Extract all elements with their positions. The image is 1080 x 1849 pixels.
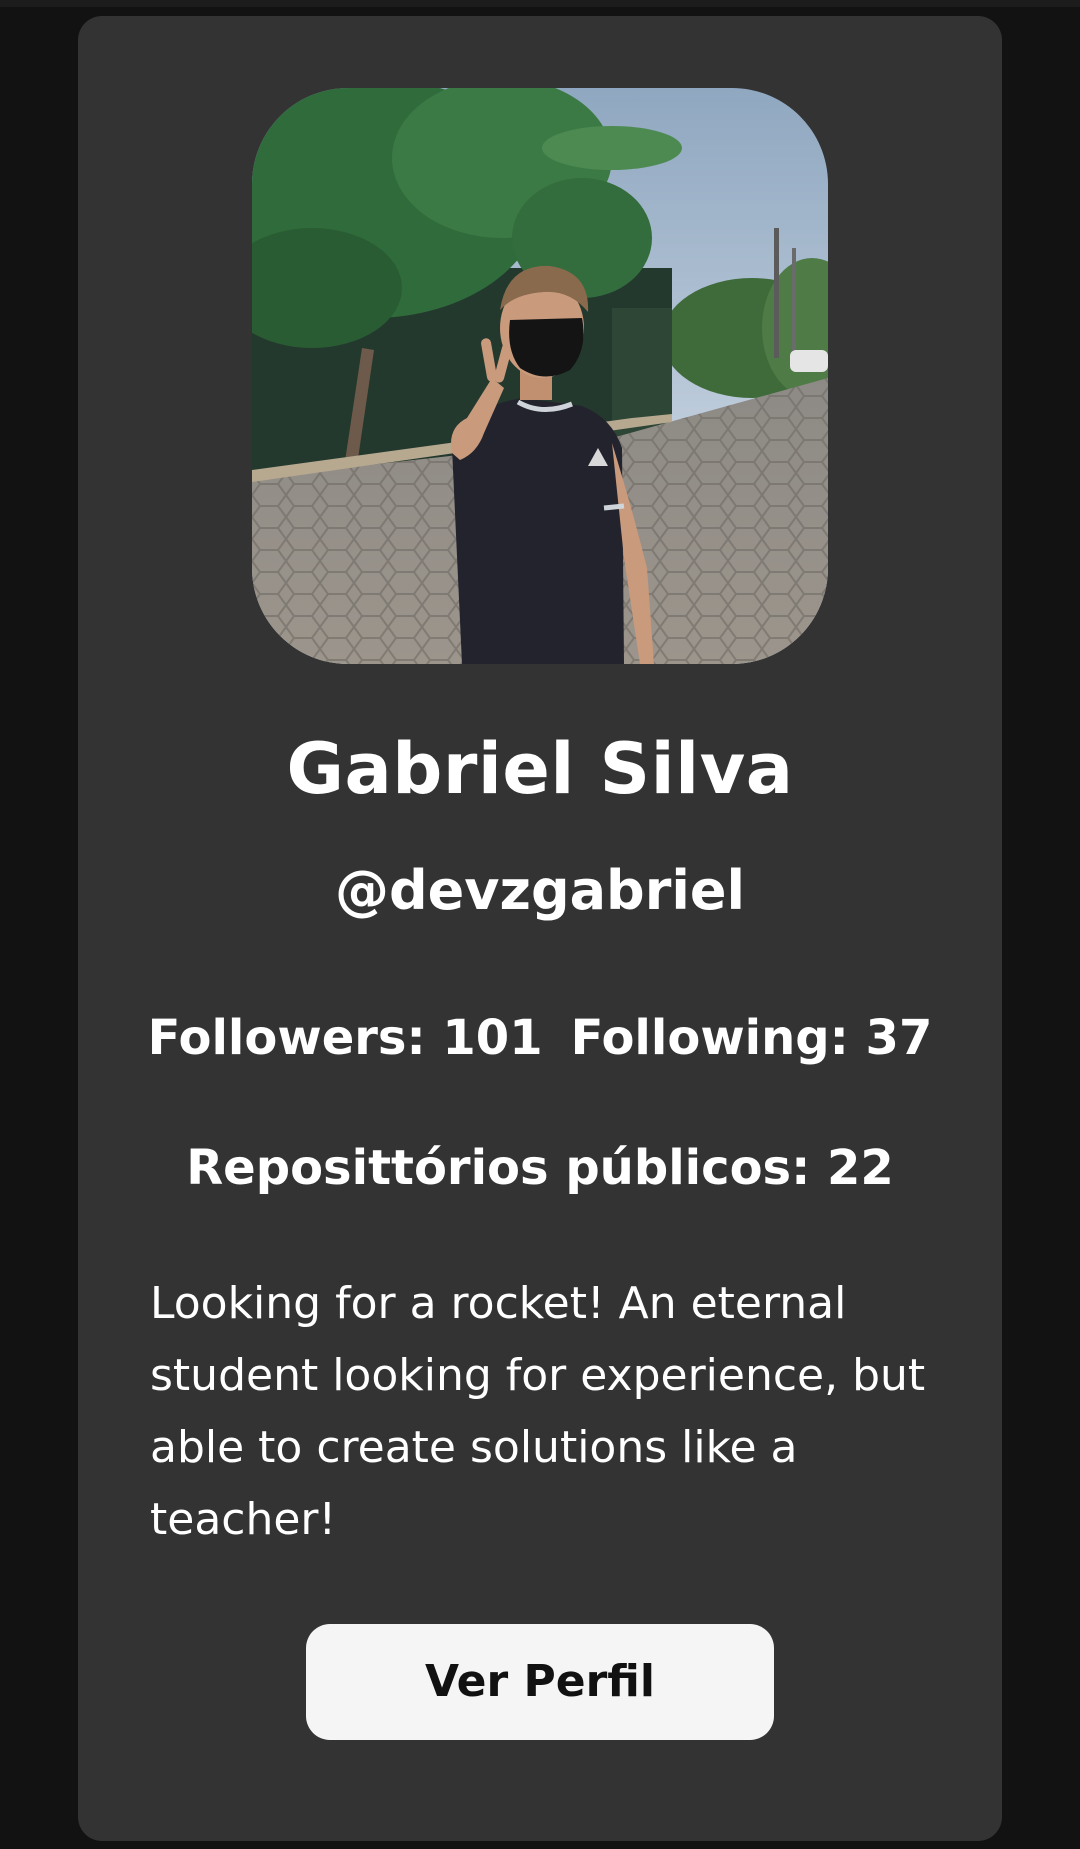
profile-card: Gabriel Silva @devzgabriel Followers: 10… [78,16,1002,1841]
followers-count: Followers: 101 [147,1010,543,1066]
following-count: Following: 37 [570,1010,933,1066]
page: Gabriel Silva @devzgabriel Followers: 10… [0,0,1080,1849]
avatar [252,88,828,664]
avatar-photo [252,88,828,664]
follow-stats: Followers: 101 Following: 37 [78,1008,1002,1068]
public-repos-count: Reposittórios públicos: 22 [186,1140,894,1196]
profile-name: Gabriel Silva [286,728,794,810]
profile-handle: @devzgabriel [335,859,745,922]
profile-bio: Looking for a rocket! An eternal student… [150,1278,926,1545]
view-profile-button[interactable]: Ver Perfil [306,1624,774,1740]
